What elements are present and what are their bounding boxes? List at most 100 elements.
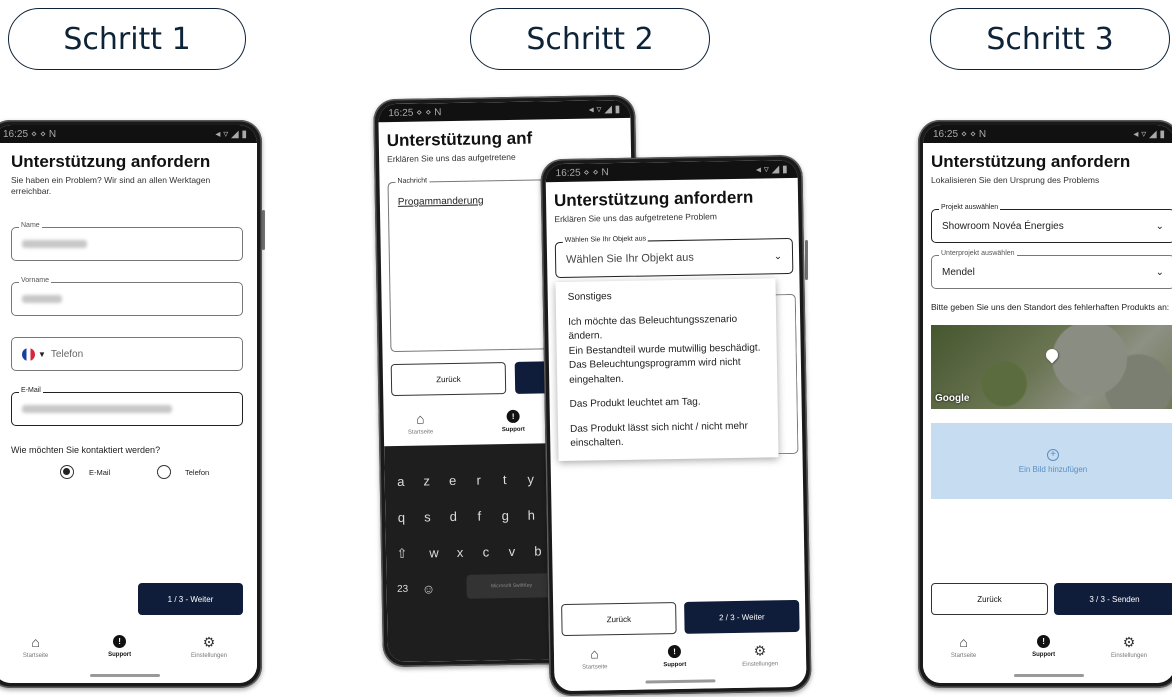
gear-icon: ⚙: [202, 634, 216, 650]
status-icons-left: ⋄ ⋄ N: [583, 166, 609, 179]
key[interactable]: y: [521, 471, 541, 487]
nav-home[interactable]: ⌂ Startseite: [951, 635, 976, 659]
status-icons-left: ⋄ ⋄ N: [30, 128, 57, 140]
nav-home-label: Startseite: [582, 664, 608, 671]
email-field-label: E-Mail: [19, 387, 43, 394]
home-indicator: [1014, 674, 1084, 677]
status-icons-left: ⋄ ⋄ N: [416, 106, 442, 119]
location-map[interactable]: Google: [931, 325, 1172, 409]
page-subtitle: Sie haben ein Problem? Wir sind an allen…: [11, 175, 211, 197]
name-field-label: Name: [19, 222, 42, 229]
emoji-key-icon[interactable]: ☺: [418, 581, 438, 596]
key[interactable]: t: [495, 472, 515, 487]
key[interactable]: v: [502, 544, 522, 559]
send-button[interactable]: 3 / 3 - Senden: [1054, 583, 1172, 615]
phone-step-3: 16:25 ⋄ ⋄ N ◂ ▿ ◢ ▮ Unterstützung anford…: [918, 120, 1172, 688]
space-bar[interactable]: Microsoft SwiftKey: [466, 573, 557, 599]
back-button[interactable]: Zurück: [561, 602, 677, 637]
dropdown-option[interactable]: Das Beleuchtungsprogramm wird nicht eing…: [557, 355, 778, 393]
key[interactable]: a: [391, 474, 411, 489]
add-image-area[interactable]: + Ein Bild hinzufügen: [931, 423, 1172, 499]
key[interactable]: x: [450, 545, 470, 560]
vorname-field[interactable]: Vorname: [11, 277, 243, 316]
radio-email-label: E-Mail: [89, 468, 111, 477]
plus-circle-icon: +: [1047, 448, 1059, 461]
radio-telefon-label: Telefon: [185, 468, 210, 477]
france-flag-icon[interactable]: [22, 347, 35, 361]
nav-support[interactable]: ! Support: [663, 644, 686, 668]
message-text: Progammanderung: [397, 195, 484, 208]
dropdown-option[interactable]: Ich möchte das Beleuchtungsszenario ände…: [556, 307, 777, 345]
status-bar: 16:25 ⋄ ⋄ N ◂ ▿ ◢ ▮: [0, 125, 257, 143]
map-brand: Google: [935, 393, 970, 404]
key[interactable]: s: [417, 509, 437, 524]
phone-side-button: [262, 210, 265, 250]
nav-support-label: Support: [501, 426, 525, 434]
nav-support-label: Support: [1032, 652, 1056, 658]
status-time: 16:25: [3, 128, 29, 140]
page-title: Unterstützung anfordern: [931, 152, 1131, 171]
gear-icon: ⚙: [1122, 634, 1136, 650]
map-pin-icon[interactable]: [1043, 346, 1061, 364]
project-select[interactable]: Projekt auswählen Showroom Novéa Énergie…: [931, 204, 1172, 243]
info-icon: !: [667, 644, 682, 659]
status-bar: 16:25 ⋄ ⋄ N ◂ ▿ ◢ ▮: [545, 159, 798, 183]
status-time: 16:25: [555, 167, 581, 179]
key[interactable]: r: [469, 472, 489, 488]
status-bar: 16:25 ⋄ ⋄ N ◂ ▿ ◢ ▮: [378, 99, 631, 123]
key[interactable]: q: [391, 510, 411, 525]
nav-home[interactable]: ⌂ Startseite: [23, 635, 48, 659]
key[interactable]: z: [417, 473, 437, 488]
key[interactable]: e: [443, 473, 463, 488]
key[interactable]: d: [443, 509, 463, 524]
location-prompt: Bitte geben Sie uns den Standort des feh…: [931, 302, 1170, 312]
object-select[interactable]: Wählen Sie Ihr Objekt aus Wählen Sie Ihr…: [554, 235, 794, 279]
home-icon: ⌂: [415, 410, 425, 427]
screen-step-3: 16:25 ⋄ ⋄ N ◂ ▿ ◢ ▮ Unterstützung anford…: [923, 125, 1172, 683]
key[interactable]: c: [476, 544, 496, 559]
add-image-label: Ein Bild hinzufügen: [1018, 464, 1088, 474]
key[interactable]: b: [528, 543, 548, 558]
next-button[interactable]: 2 / 3 - Weiter: [684, 599, 800, 634]
key[interactable]: f: [469, 508, 489, 524]
nav-home-label: Startseite: [22, 653, 49, 659]
info-icon: !: [113, 635, 127, 648]
subproject-select[interactable]: Unterprojekt auswählen Mendel ⌄: [931, 250, 1172, 289]
nav-settings[interactable]: ⚙ Einstellungen: [191, 635, 227, 659]
object-select-label: Wählen Sie Ihr Objekt aus: [562, 235, 649, 244]
name-field[interactable]: Name: [11, 222, 243, 261]
back-button[interactable]: Zurück: [390, 362, 507, 397]
info-icon: !: [506, 409, 520, 424]
nav-settings[interactable]: ⚙ Einstellungen: [742, 642, 779, 668]
contact-question: Wie möchten Sie kontaktiert werden?: [11, 445, 161, 455]
nav-support[interactable]: ! Support: [1032, 635, 1055, 658]
project-select-value: Showroom Novéa Énergies: [942, 220, 1064, 232]
radio-email[interactable]: [60, 465, 74, 479]
next-button[interactable]: 1 / 3 - Weiter: [138, 583, 243, 615]
status-icons-right: ◂ ▿ ◢ ▮: [215, 128, 247, 140]
nav-support-label: Support: [108, 652, 132, 658]
nav-home[interactable]: ⌂ Startseite: [582, 645, 608, 671]
telefon-field[interactable]: ▼ Telefon: [11, 337, 243, 371]
dropdown-option[interactable]: Das Produkt lässt sich nicht / nicht meh…: [558, 414, 779, 457]
nav-settings-label: Einstellungen: [742, 661, 779, 668]
key[interactable]: w: [424, 545, 444, 560]
object-select-placeholder: Wählen Sie Ihr Objekt aus: [565, 251, 694, 266]
name-value-blurred: [22, 240, 87, 248]
key[interactable]: h: [521, 507, 541, 523]
key-123[interactable]: 23: [393, 584, 413, 595]
status-icons-left: ⋄ ⋄ N: [960, 128, 987, 140]
nav-settings[interactable]: ⚙ Einstellungen: [1111, 635, 1147, 659]
key[interactable]: g: [495, 508, 515, 523]
nav-support[interactable]: ! Support: [501, 409, 525, 434]
status-time: 16:25: [933, 128, 959, 140]
nav-support[interactable]: ! Support: [108, 635, 131, 658]
back-button[interactable]: Zurück: [931, 583, 1048, 615]
radio-telefon[interactable]: [157, 465, 171, 479]
step-1-label: Schritt 1: [8, 8, 246, 70]
chevron-down-icon[interactable]: ▼: [38, 350, 46, 359]
shift-key-icon[interactable]: ⇧: [392, 546, 412, 562]
nav-home[interactable]: ⌂ Startseite: [408, 410, 433, 435]
bottom-nav: ⌂ Startseite ! Support ⚙ Einstellungen: [553, 636, 807, 692]
email-field[interactable]: E-Mail: [11, 387, 243, 426]
